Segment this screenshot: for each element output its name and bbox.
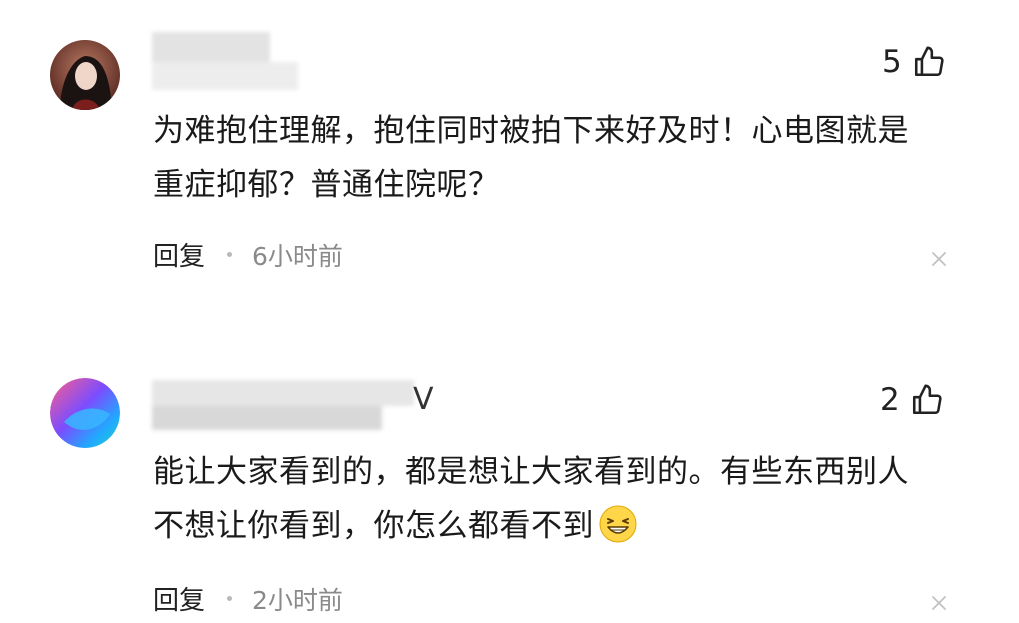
like-count: 2 xyxy=(880,382,900,418)
comment-text-line: 能让大家看到的，都是想让大家看到的。有些东西别人 xyxy=(153,454,909,490)
comment-text: 为难抱住理解，抱住同时被拍下来好及时！心电图就是 重症抑郁？普通住院呢？ xyxy=(153,104,973,212)
comment-item: V 2 能让大家看到的，都是想让大家看到的。有些东西别人 不想让你看到，你怎么都… xyxy=(0,340,1019,623)
avatar[interactable] xyxy=(50,378,120,448)
timestamp: 6小时前 xyxy=(252,241,343,271)
separator-dot xyxy=(227,596,233,601)
comment-text-line: 为难抱住理解，抱住同时被拍下来好及时！心电图就是 xyxy=(153,113,909,149)
username-suffix: V xyxy=(413,382,434,417)
comment-meta: 回复 2小时前 xyxy=(153,580,343,617)
username-blurred[interactable] xyxy=(152,370,414,430)
avatar[interactable] xyxy=(50,40,120,110)
close-icon[interactable] xyxy=(926,246,952,272)
thumbs-up-icon[interactable] xyxy=(912,45,946,79)
like-count: 5 xyxy=(882,44,902,80)
comment-item: 5 为难抱住理解，抱住同时被拍下来好及时！心电图就是 重症抑郁？普通住院呢？ 回… xyxy=(0,0,1019,300)
thumbs-up-icon[interactable] xyxy=(910,383,944,417)
reply-button[interactable]: 回复 xyxy=(153,236,205,273)
separator-dot xyxy=(227,252,233,257)
comment-text: 能让大家看到的，都是想让大家看到的。有些东西别人 不想让你看到，你怎么都看不到 xyxy=(153,445,973,553)
close-icon[interactable] xyxy=(926,590,952,616)
comment-meta: 回复 6小时前 xyxy=(153,236,343,273)
like-control[interactable]: 2 xyxy=(880,382,944,418)
username-blurred[interactable] xyxy=(152,30,302,92)
comment-text-line: 重症抑郁？普通住院呢？ xyxy=(153,167,500,203)
grinning-squint-emoji-icon xyxy=(598,504,638,544)
comment-text-line-content: 不想让你看到，你怎么都看不到 xyxy=(153,508,594,544)
timestamp: 2小时前 xyxy=(252,585,343,615)
like-control[interactable]: 5 xyxy=(882,44,946,80)
comment-text-line: 不想让你看到，你怎么都看不到 xyxy=(153,499,973,553)
reply-button[interactable]: 回复 xyxy=(153,580,205,617)
